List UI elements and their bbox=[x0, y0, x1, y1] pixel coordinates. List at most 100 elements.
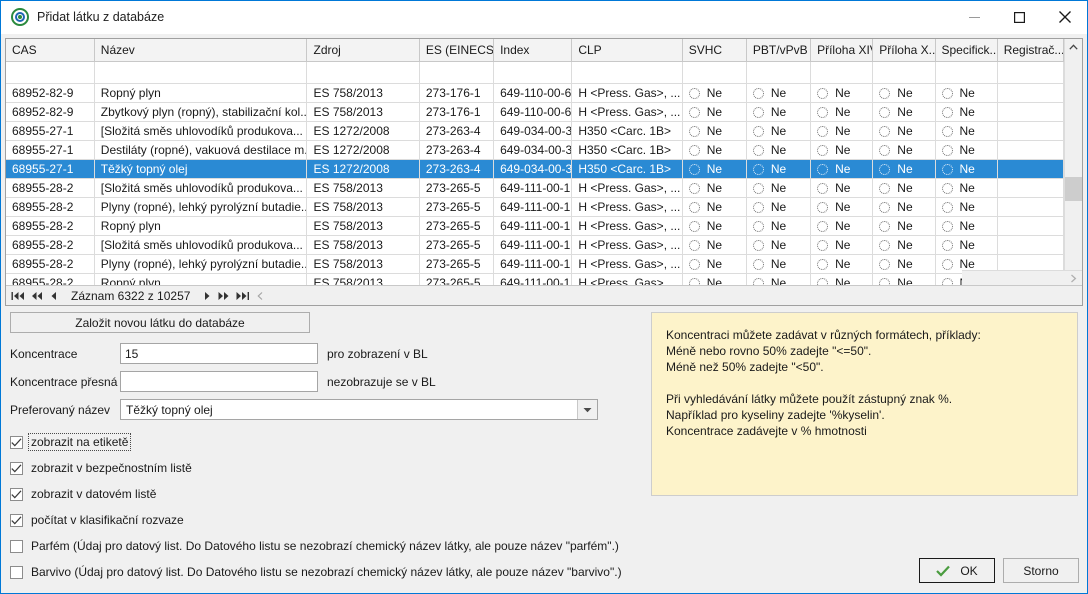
cancel-button[interactable]: Storno bbox=[1003, 558, 1079, 583]
cell-registrace bbox=[997, 121, 1065, 141]
dialog-footer: OK Storno bbox=[919, 558, 1079, 583]
checkbox-row-3[interactable]: počítat v klasifikační rozvaze bbox=[10, 509, 643, 531]
vertical-scrollbar[interactable] bbox=[1064, 39, 1082, 285]
checkbox-unchecked-icon[interactable] bbox=[10, 539, 23, 553]
radio-label: Ne bbox=[706, 124, 723, 138]
column-header-3[interactable]: ES (EINECS) bbox=[419, 39, 495, 62]
radio-label: Ne bbox=[835, 124, 851, 138]
previous-page-icon[interactable] bbox=[28, 287, 47, 305]
cell-nazev: Ropný plyn bbox=[94, 216, 308, 236]
radio-icon bbox=[752, 182, 764, 194]
cell-index: 649-110-00-6 bbox=[493, 83, 573, 103]
table-row[interactable]: 68955-27-1 Těžký topný olej ES 1272/2008 27… bbox=[6, 159, 1065, 179]
cell-nazev: [Složitá směs uhlovodíků produkova... bbox=[94, 235, 308, 255]
filter-cell-6[interactable] bbox=[682, 61, 747, 84]
filter-cell-4[interactable] bbox=[493, 61, 573, 84]
filter-cell-11[interactable] bbox=[997, 61, 1065, 84]
scrollbar-thumb[interactable] bbox=[1065, 176, 1082, 201]
collapse-icon[interactable] bbox=[253, 287, 268, 305]
column-header-5[interactable]: CLP bbox=[571, 39, 683, 62]
radio-icon bbox=[688, 106, 700, 118]
filter-cell-2[interactable] bbox=[306, 61, 420, 84]
column-header-9[interactable]: Příloha X... bbox=[872, 39, 936, 62]
checkbox-checked-icon[interactable] bbox=[10, 435, 23, 449]
filter-cell-1[interactable] bbox=[94, 61, 308, 84]
checkbox-checked-icon[interactable] bbox=[10, 513, 23, 527]
window-title: Přidat látku z databáze bbox=[37, 10, 165, 24]
filter-cell-5[interactable] bbox=[571, 61, 683, 84]
cell-priloha14: Ne bbox=[810, 235, 874, 255]
first-record-icon[interactable] bbox=[8, 287, 28, 305]
ok-button[interactable]: OK bbox=[919, 558, 995, 583]
table-row[interactable]: 68955-28-2 [Složitá směs uhlovodíků produ… bbox=[6, 235, 1065, 255]
exact-concentration-input[interactable] bbox=[120, 371, 318, 392]
help-text-panel: Koncentraci můžete zadávat v různých for… bbox=[651, 312, 1078, 496]
column-header-4[interactable]: Index bbox=[493, 39, 573, 62]
radio-label: Ne bbox=[959, 181, 975, 195]
table-row[interactable]: 68955-28-2 Plyny (ropné), lehký pyrolýzní… bbox=[6, 197, 1065, 217]
minimize-icon[interactable] bbox=[952, 1, 997, 33]
cell-svhc: Ne bbox=[682, 197, 747, 217]
chevron-down-icon[interactable] bbox=[577, 400, 597, 419]
checkbox-row-5[interactable]: Barvivo (Údaj pro datový list. Do Datové… bbox=[10, 561, 643, 583]
checkbox-checked-icon[interactable] bbox=[10, 487, 23, 501]
cell-cas: 68955-28-2 bbox=[6, 254, 95, 274]
preferred-name-combobox[interactable]: Těžký topný olej bbox=[120, 399, 598, 420]
column-header-8[interactable]: Příloha XIV bbox=[810, 39, 874, 62]
radio-label: Ne bbox=[706, 200, 723, 214]
checkbox-row-2[interactable]: zobrazit v datovém listě bbox=[10, 483, 643, 505]
checkbox-unchecked-icon[interactable] bbox=[10, 565, 23, 579]
column-header-2[interactable]: Zdroj bbox=[306, 39, 420, 62]
table-row[interactable]: 68955-27-1 [Složitá směs uhlovodíků produ… bbox=[6, 121, 1065, 141]
radio-icon bbox=[688, 258, 700, 270]
cell-priloha14: Ne bbox=[810, 197, 874, 217]
concentration-input[interactable]: 15 bbox=[120, 343, 318, 364]
radio-label: Ne bbox=[835, 257, 851, 271]
scroll-up-icon[interactable] bbox=[1065, 39, 1082, 56]
column-header-10[interactable]: Specifick... bbox=[935, 39, 998, 62]
table-row[interactable]: 68952-82-9 Ropný plyn ES 758/2013 273-176-1… bbox=[6, 83, 1065, 103]
filter-cell-7[interactable] bbox=[746, 61, 812, 84]
filter-cell-3[interactable] bbox=[419, 61, 495, 84]
scrollbar-track[interactable] bbox=[1065, 56, 1082, 268]
checkbox-row-1[interactable]: zobrazit v bezpečnostním listě bbox=[10, 457, 643, 479]
table-row[interactable]: 68955-28-2 Plyny (ropné), lehký pyrolýzní… bbox=[6, 254, 1065, 274]
cell-svhc: Ne bbox=[682, 235, 747, 255]
table-row[interactable]: 68955-28-2 Ropný plyn ES 758/2013 273-265-5… bbox=[6, 216, 1065, 236]
form-pane: Založit novou látku do databáze Koncentr… bbox=[5, 312, 643, 593]
horizontal-scrollbar[interactable] bbox=[962, 270, 1082, 285]
close-icon[interactable] bbox=[1042, 1, 1087, 33]
cell-clp: H <Press. Gas>, ... bbox=[571, 216, 683, 236]
column-header-6[interactable]: SVHC bbox=[682, 39, 747, 62]
title-bar: Přidat látku z databáze bbox=[1, 1, 1087, 34]
next-record-icon[interactable] bbox=[200, 287, 214, 305]
column-header-11[interactable]: Registrač... bbox=[997, 39, 1065, 62]
radio-icon bbox=[941, 182, 953, 194]
checkbox-row-0[interactable]: zobrazit na etiketě bbox=[10, 431, 643, 453]
filter-cell-10[interactable] bbox=[935, 61, 998, 84]
table-row[interactable]: 68955-28-2 [Složitá směs uhlovodíků produ… bbox=[6, 178, 1065, 198]
table-row[interactable]: 68952-82-9 Zbytkový plyn (ropný), stabili… bbox=[6, 102, 1065, 122]
help-pane: Koncentraci můžete zadávat v různých for… bbox=[643, 312, 1083, 593]
create-substance-button[interactable]: Založit novou látku do databáze bbox=[10, 312, 310, 333]
last-record-icon[interactable] bbox=[233, 287, 253, 305]
cell-priloha17: Ne bbox=[872, 235, 936, 255]
checkbox-checked-icon[interactable] bbox=[10, 461, 23, 475]
cell-es: 273-176-1 bbox=[419, 102, 495, 122]
radio-icon bbox=[879, 144, 891, 156]
previous-record-icon[interactable] bbox=[47, 287, 61, 305]
filter-cell-0[interactable] bbox=[6, 61, 95, 84]
filter-cell-8[interactable] bbox=[810, 61, 874, 84]
radio-label: Ne bbox=[835, 162, 851, 176]
radio-label: Ne bbox=[959, 200, 975, 214]
column-header-0[interactable]: CAS bbox=[6, 39, 95, 62]
radio-label: Ne bbox=[706, 257, 723, 271]
maximize-icon[interactable] bbox=[997, 1, 1042, 33]
table-row[interactable]: 68955-27-1 Destiláty (ropné), vakuová des… bbox=[6, 140, 1065, 160]
next-page-icon[interactable] bbox=[214, 287, 233, 305]
column-header-1[interactable]: Název bbox=[94, 39, 308, 62]
column-header-7[interactable]: PBT/vPvB bbox=[746, 39, 812, 62]
filter-cell-9[interactable] bbox=[872, 61, 936, 84]
ok-button-label: OK bbox=[960, 563, 978, 578]
checkbox-row-4[interactable]: Parfém (Údaj pro datový list. Do Datovéh… bbox=[10, 535, 643, 557]
